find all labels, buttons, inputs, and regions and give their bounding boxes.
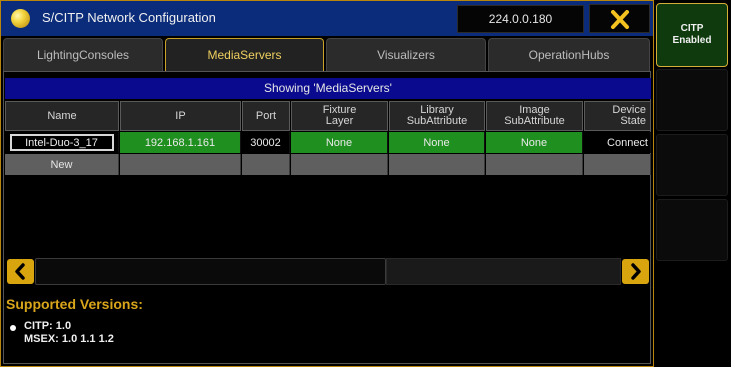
close-x-icon [611, 10, 629, 29]
citp-enabled-label-line1: CITP [680, 23, 704, 34]
device-state-cell[interactable]: Connect [584, 132, 651, 153]
side-button-3[interactable] [656, 134, 728, 196]
column-header-image-subattribute[interactable]: Image SubAttribute [486, 101, 583, 131]
chevron-right-icon [631, 263, 641, 280]
dialog-title: S/CITP Network Configuration [42, 10, 216, 25]
ip-cell[interactable]: 192.168.1.161 [120, 132, 241, 153]
new-row-button[interactable]: New [5, 154, 119, 175]
showing-label: Showing 'MediaServers' [5, 78, 651, 99]
library-subattribute-cell[interactable]: None [389, 132, 485, 153]
tab-operation-hubs[interactable]: OperationHubs [488, 38, 650, 71]
image-subattribute-cell[interactable]: None [486, 132, 583, 153]
side-button-4[interactable] [656, 199, 728, 261]
citp-version: CITP: 1.0 [24, 320, 72, 332]
new-row-cell[interactable] [242, 154, 290, 175]
column-header-name[interactable]: Name [5, 101, 119, 131]
chevron-left-icon [15, 263, 25, 280]
yellow-orb-icon [11, 9, 30, 28]
new-row-cell[interactable] [486, 154, 583, 175]
fixture-layer-cell[interactable]: None [291, 132, 388, 153]
port-cell[interactable]: 30002 [242, 132, 290, 153]
ip-address-field[interactable]: 224.0.0.180 [457, 5, 584, 33]
new-row-cell[interactable] [389, 154, 485, 175]
horizontal-scrollbar-track[interactable] [386, 258, 621, 285]
new-row-cell[interactable] [291, 154, 388, 175]
column-header-device-state[interactable]: Device State [584, 101, 651, 131]
column-header-library-subattribute[interactable]: Library SubAttribute [389, 101, 485, 131]
horizontal-scrollbar-thumb[interactable] [35, 258, 386, 285]
scroll-left-button[interactable] [7, 259, 34, 284]
citp-enabled-label-line2: Enabled [672, 35, 712, 46]
column-header-fixture-layer[interactable]: Fixture Layer [291, 101, 388, 131]
scroll-right-button[interactable] [622, 259, 649, 284]
table-row[interactable]: Intel-Duo-3_17 [5, 132, 119, 153]
tab-lighting-consoles[interactable]: LightingConsoles [3, 38, 163, 71]
column-header-port[interactable]: Port [242, 101, 290, 131]
column-header-ip[interactable]: IP [120, 101, 241, 131]
side-button-2[interactable] [656, 69, 728, 131]
citp-enabled-button[interactable]: CITP Enabled [656, 3, 728, 67]
close-button[interactable] [589, 4, 650, 33]
supported-versions-heading: Supported Versions: [6, 296, 143, 312]
new-row-cell[interactable] [584, 154, 651, 175]
msex-version: MSEX: 1.0 1.1 1.2 [24, 333, 114, 345]
tab-visualizers[interactable]: Visualizers [326, 38, 486, 71]
new-row-cell[interactable] [120, 154, 241, 175]
name-cell[interactable]: Intel-Duo-3_17 [9, 134, 114, 151]
tab-media-servers[interactable]: MediaServers [165, 38, 324, 71]
bullet-icon [10, 325, 16, 331]
